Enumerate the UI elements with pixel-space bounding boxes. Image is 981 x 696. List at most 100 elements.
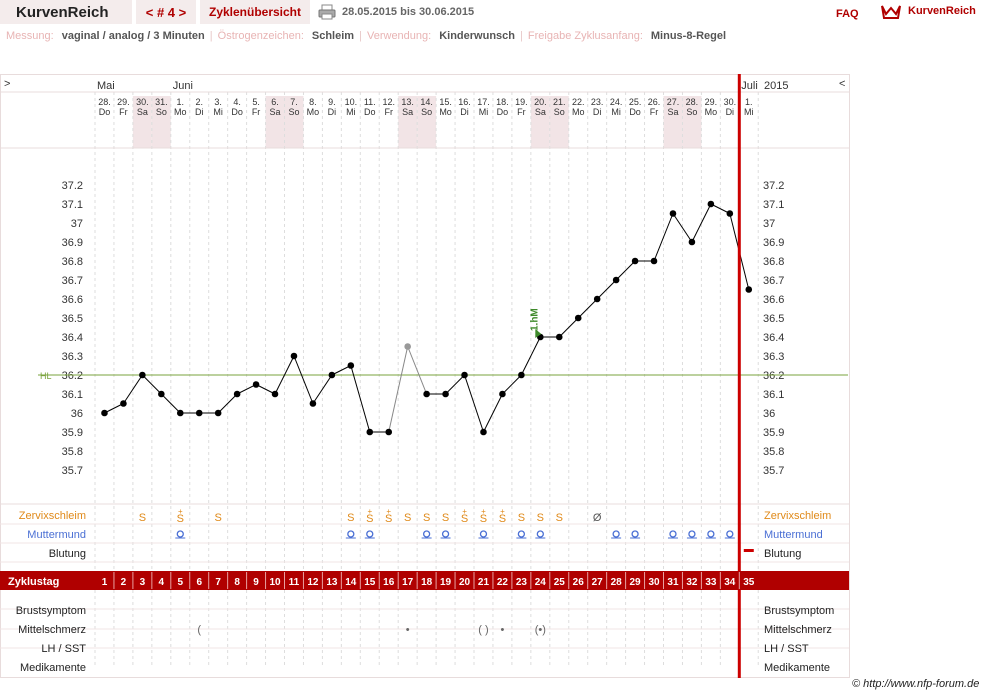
temp-segment <box>445 374 465 395</box>
date-label: 4. <box>233 97 241 107</box>
date-label: 30. <box>136 97 149 107</box>
cycle-overview-link[interactable]: Zyklenübersicht <box>200 0 310 24</box>
muttermund-symbol <box>631 530 639 538</box>
cycle-day-number: 6 <box>196 577 202 588</box>
weekday-label: Di <box>726 107 735 117</box>
date-label: 13. <box>401 97 414 107</box>
row-label-right-medi: Medikamente <box>764 662 830 674</box>
cycle-day-number: 10 <box>269 577 281 588</box>
weekday-label: Mo <box>572 107 585 117</box>
oestrogen-value: Schleim <box>311 30 355 42</box>
temp-point <box>574 314 582 322</box>
temp-point <box>688 238 696 246</box>
y-tick-right: 36 <box>763 408 775 420</box>
logo[interactable]: KurvenReich <box>880 2 980 22</box>
date-label: 16. <box>458 97 471 107</box>
cycle-day-number: 13 <box>326 577 338 588</box>
weekday-label: Fr <box>119 107 128 117</box>
temp-point <box>726 210 734 217</box>
row-label-blutung: Blutung <box>49 548 86 560</box>
printer-icon[interactable] <box>318 4 336 20</box>
messung-label: Messung: <box>6 30 54 42</box>
muttermund-symbol <box>479 530 488 538</box>
temp-point <box>195 409 203 417</box>
weekday-label: Di <box>328 107 337 117</box>
cycle-day-number: 18 <box>421 577 433 588</box>
y-tick-left: 36.7 <box>62 275 83 287</box>
y-tick-right: 36.3 <box>763 351 784 363</box>
mittelschmerz-symbol: (•) <box>535 624 546 636</box>
cycle-navigator[interactable]: < # 4 > <box>136 0 196 24</box>
weekday-label: Mi <box>346 107 356 117</box>
weekday-label: Di <box>593 107 602 117</box>
muttermund-symbol <box>688 530 696 538</box>
date-label: 24. <box>610 97 623 107</box>
temp-point <box>480 428 487 436</box>
blutung-mark <box>743 549 754 552</box>
cycle-day-number: 27 <box>592 577 604 588</box>
muttermund-symbol <box>517 530 526 538</box>
cycle-day-number: 35 <box>743 577 755 588</box>
cycle-day-number: 32 <box>686 577 698 588</box>
credit: © http://www.nfp-forum.de <box>852 678 980 690</box>
weekday-label: Di <box>460 107 469 117</box>
y-tick-right: 35.7 <box>763 465 784 477</box>
temp-point <box>385 428 393 436</box>
weekday-label: So <box>421 107 432 117</box>
y-tick-right: 36.9 <box>763 237 784 249</box>
temp-point <box>309 400 317 407</box>
weekday-label: So <box>554 107 565 117</box>
date-label: 28. <box>98 97 111 107</box>
messung-value: vaginal / analog / 3 Minuten <box>61 30 205 42</box>
zervix-symbol: S <box>499 513 506 525</box>
mittelschmerz-symbol: ( ) <box>478 624 488 636</box>
y-tick-right: 37.2 <box>763 180 784 192</box>
date-label: 1. <box>177 97 185 107</box>
mittelschmerz-symbol: • <box>500 624 504 636</box>
faq-link[interactable]: FAQ <box>836 8 859 20</box>
weekday-label: Do <box>497 107 509 117</box>
muttermund-symbol <box>612 530 620 538</box>
coverline-label: HL <box>40 371 52 381</box>
muttermund-symbol <box>707 530 715 538</box>
y-tick-left: 36.5 <box>62 313 83 325</box>
date-label: 22. <box>572 97 585 107</box>
y-tick-left: 36.6 <box>62 294 83 306</box>
row-label-right-brust: Brustsymptom <box>764 605 834 617</box>
temp-point <box>423 390 430 398</box>
y-tick-left: 35.8 <box>62 446 83 458</box>
temp-point <box>120 400 127 407</box>
y-tick-right: 36.1 <box>763 389 784 401</box>
muttermund-symbol <box>176 530 184 538</box>
top-bar: KurvenReich < # 4 > Zyklenübersicht 28.0… <box>0 0 981 25</box>
date-label: 11. <box>364 97 376 107</box>
weekday-label: Do <box>629 107 641 117</box>
temp-point <box>461 371 468 379</box>
date-label: 25. <box>629 97 642 107</box>
cycle-day-number: 2 <box>121 577 127 588</box>
cycle-day-number: 3 <box>140 577 146 588</box>
weekday-label: So <box>686 107 697 117</box>
temp-segment <box>142 374 162 395</box>
row-label-mutter: Muttermund <box>27 529 86 541</box>
temp-point <box>499 390 506 398</box>
temp-point <box>745 286 753 293</box>
y-tick-right: 36.2 <box>763 370 784 382</box>
temp-segment <box>388 346 409 433</box>
y-tick-left: 36.2 <box>62 370 83 382</box>
temp-point <box>139 371 146 379</box>
weekday-label: Mo <box>174 107 187 117</box>
temp-point <box>328 371 336 379</box>
cycle-day-number: 34 <box>724 577 736 588</box>
nav-right-arrow[interactable]: < <box>839 78 845 90</box>
temp-point <box>404 343 411 350</box>
date-label: 10. <box>345 97 358 107</box>
mittelschmerz-symbol: ( <box>197 624 201 636</box>
weekday-label: Sa <box>667 107 678 117</box>
weekday-label: So <box>288 107 299 117</box>
zyklustag-label: Zyklustag <box>8 576 59 588</box>
y-tick-left: 37 <box>71 218 83 230</box>
nav-left-arrow[interactable]: > <box>4 78 10 90</box>
cycle-day-number: 15 <box>364 577 376 588</box>
zervix-symbol: S <box>347 512 354 524</box>
